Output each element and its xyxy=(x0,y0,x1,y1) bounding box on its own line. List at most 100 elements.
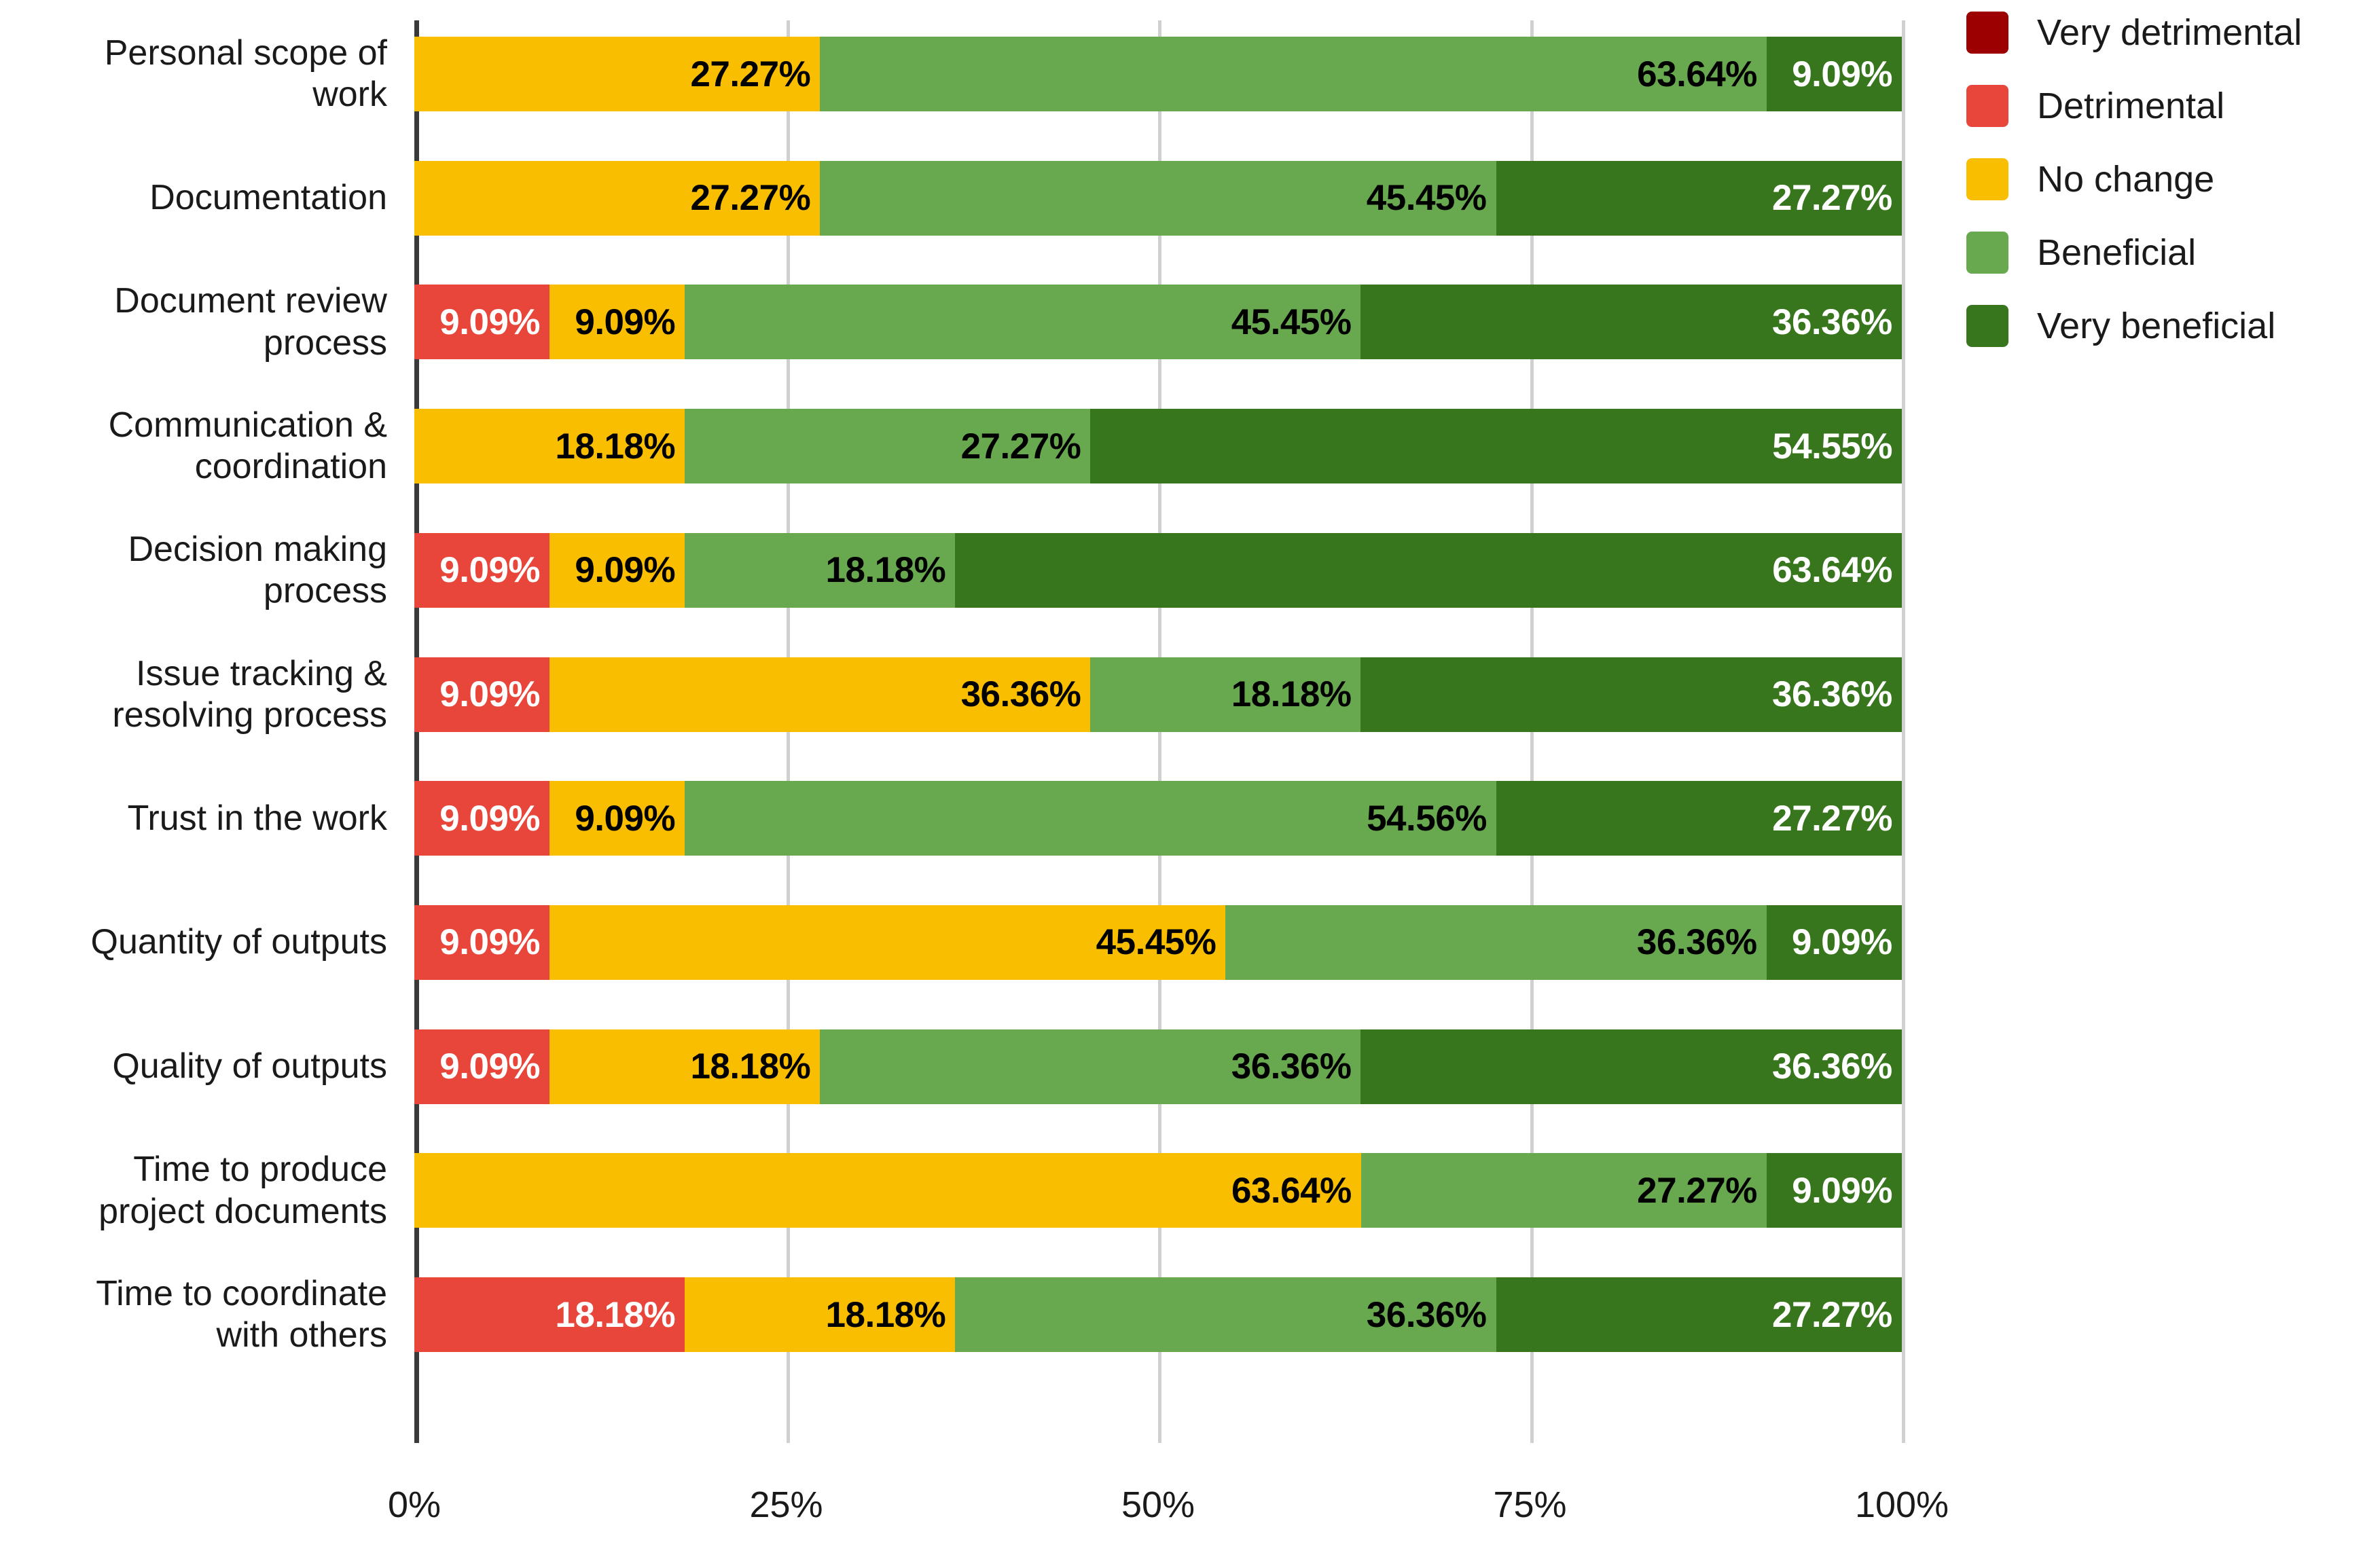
bar-segment[interactable]: 54.55% xyxy=(1090,409,1902,484)
legend: Very detrimental Detrimental No change Bene… xyxy=(1966,12,2374,379)
bar-segment[interactable]: 27.27% xyxy=(414,160,821,236)
legend-swatch-icon xyxy=(1966,305,2008,347)
category-label: Time to coordinate with others xyxy=(96,1274,387,1355)
bar-segment-value-label: 9.09% xyxy=(1791,922,1892,963)
legend-label: Very beneficial xyxy=(2037,306,2276,346)
bar-segment-value-label: 18.18% xyxy=(825,550,946,591)
bar-row: 18.18% 27.27% 54.55% xyxy=(414,409,1902,484)
bar-segment[interactable]: 9.09% xyxy=(549,285,685,360)
bar-segment[interactable]: 9.09% xyxy=(414,905,550,980)
bar-segment-value-label: 63.64% xyxy=(1637,54,1757,94)
category-label: Document review process xyxy=(114,281,387,363)
bar-segment[interactable]: 9.09% xyxy=(414,285,550,360)
bar-segment[interactable]: 9.09% xyxy=(414,532,550,608)
bar-segment[interactable]: 18.18% xyxy=(414,409,685,484)
bar-segment-value-label: 36.36% xyxy=(1231,1046,1352,1087)
bar-segment[interactable]: 36.36% xyxy=(1360,285,1902,360)
bar-row: 9.09% 9.09% 18.18% 63.64% xyxy=(414,532,1902,608)
bar-segment-value-label: 36.36% xyxy=(1772,674,1892,714)
bar-segment[interactable]: 9.09% xyxy=(1766,905,1902,980)
bar-segment-value-label: 9.09% xyxy=(575,550,676,591)
legend-swatch-icon xyxy=(1966,232,2008,274)
bar-segment-value-label: 9.09% xyxy=(439,550,541,591)
bar-segment[interactable]: 9.09% xyxy=(414,657,550,732)
bar-segment-value-label: 63.64% xyxy=(1231,1170,1352,1211)
bar-segment-value-label: 36.36% xyxy=(1772,1046,1892,1087)
bar-segment-value-label: 54.55% xyxy=(1772,426,1892,467)
bar-segment-value-label: 9.09% xyxy=(439,302,541,342)
bar-segment[interactable]: 63.64% xyxy=(955,532,1902,608)
bar-segment[interactable]: 27.27% xyxy=(1360,1153,1767,1228)
legend-item[interactable]: Beneficial xyxy=(1966,232,2374,274)
category-label: Issue tracking & resolving process xyxy=(112,653,387,735)
bar-segment-value-label: 9.09% xyxy=(439,922,541,963)
legend-label: Beneficial xyxy=(2037,232,2197,273)
category-label: Time to produce project documents xyxy=(98,1150,387,1231)
bar-segment-value-label: 9.09% xyxy=(1792,1170,1892,1211)
x-axis-tick-label: 100% xyxy=(1854,1484,1949,1525)
bar-segment[interactable]: 18.18% xyxy=(549,1029,821,1104)
bar-segment[interactable]: 63.64% xyxy=(820,37,1767,111)
bar-segment-value-label: 27.27% xyxy=(1637,1170,1757,1211)
bar-segment[interactable]: 9.09% xyxy=(1766,37,1902,111)
legend-item[interactable]: No change xyxy=(1966,158,2374,200)
bar-segment[interactable]: 9.09% xyxy=(414,1029,550,1104)
bar-segment[interactable]: 18.18% xyxy=(685,532,956,608)
bar-segment-value-label: 36.36% xyxy=(960,674,1081,714)
bar-segment-value-label: 9.09% xyxy=(439,674,541,714)
bar-segment-value-label: 9.09% xyxy=(575,798,676,839)
bar-segment[interactable]: 27.27% xyxy=(414,37,821,111)
bar-segment-value-label: 9.09% xyxy=(1792,54,1892,94)
bar-segment-value-label: 36.36% xyxy=(1366,1294,1487,1335)
bar-segment[interactable]: 36.36% xyxy=(1225,905,1767,980)
bar-row: 18.18% 18.18% 36.36% 27.27% xyxy=(414,1277,1902,1352)
legend-swatch-icon xyxy=(1966,85,2008,127)
legend-label: Detrimental xyxy=(2037,86,2225,126)
category-label: Communication & coordination xyxy=(108,405,387,487)
bar-segment-value-label: 27.27% xyxy=(690,54,811,94)
bar-segment[interactable]: 45.45% xyxy=(549,905,1226,980)
bar-segment[interactable]: 9.09% xyxy=(549,781,685,856)
category-label: Documentation xyxy=(149,178,387,218)
bar-segment[interactable]: 36.36% xyxy=(1360,657,1902,732)
bar-segment-value-label: 9.09% xyxy=(439,1046,541,1087)
bar-segment[interactable]: 36.36% xyxy=(1360,1029,1902,1104)
legend-item[interactable]: Detrimental xyxy=(1966,85,2374,127)
category-label: Quality of outputs xyxy=(112,1046,387,1086)
bar-row: 27.27% 45.45% 27.27% xyxy=(414,160,1902,236)
legend-item[interactable]: Very detrimental xyxy=(1966,12,2374,54)
bar-segment[interactable]: 9.09% xyxy=(1766,1153,1902,1228)
bar-segment[interactable]: 63.64% xyxy=(414,1153,1361,1228)
bar-segment[interactable]: 9.09% xyxy=(549,532,685,608)
bar-segment-value-label: 18.18% xyxy=(555,426,676,467)
stacked-bar-chart: Personal scope of work Documentation Docum… xyxy=(0,0,2380,1553)
legend-swatch-icon xyxy=(1966,158,2008,200)
category-label: Trust in the work xyxy=(127,798,387,838)
bar-segment[interactable]: 18.18% xyxy=(414,1277,685,1352)
bar-segment[interactable]: 27.27% xyxy=(1496,1277,1902,1352)
bar-segment[interactable]: 18.18% xyxy=(685,1277,956,1352)
bar-row: 9.09% 18.18% 36.36% 36.36% xyxy=(414,1029,1902,1104)
bar-segment[interactable]: 27.27% xyxy=(1496,160,1902,236)
bar-segment[interactable]: 45.45% xyxy=(820,160,1496,236)
bar-segment[interactable]: 18.18% xyxy=(1090,657,1361,732)
legend-item[interactable]: Very beneficial xyxy=(1966,305,2374,347)
bar-segment[interactable]: 54.56% xyxy=(685,781,1496,856)
bar-segment-value-label: 36.36% xyxy=(1636,922,1757,963)
bar-segment-value-label: 45.45% xyxy=(1231,302,1352,342)
bar-row: 9.09% 36.36% 18.18% 36.36% xyxy=(414,657,1902,732)
x-axis-tick-label: 25% xyxy=(749,1484,823,1525)
plot-area: 27.27% 63.64% 9.09% 27.27% 45.45% 27.27% 9.09%… xyxy=(414,0,1905,1467)
bar-segment[interactable]: 36.36% xyxy=(820,1029,1361,1104)
gridline xyxy=(1902,20,1905,1443)
bar-segment[interactable]: 27.27% xyxy=(1496,781,1902,856)
bar-segment[interactable]: 45.45% xyxy=(685,285,1361,360)
bar-segment[interactable]: 27.27% xyxy=(685,409,1091,484)
bar-segment-value-label: 27.27% xyxy=(1771,178,1892,219)
bar-segment-value-label: 18.18% xyxy=(555,1294,676,1335)
bar-segment[interactable]: 36.36% xyxy=(955,1277,1496,1352)
bar-segment[interactable]: 36.36% xyxy=(549,657,1091,732)
x-axis-tick-label: 75% xyxy=(1493,1484,1567,1525)
bar-segment[interactable]: 9.09% xyxy=(414,781,550,856)
bar-row: 63.64% 27.27% 9.09% xyxy=(414,1153,1902,1228)
